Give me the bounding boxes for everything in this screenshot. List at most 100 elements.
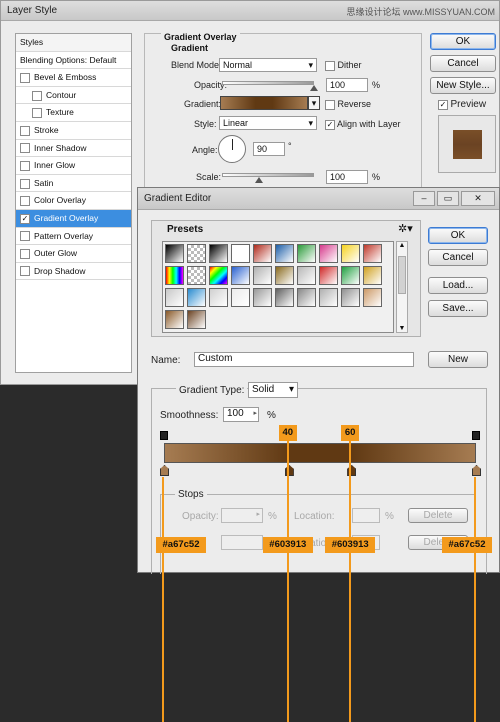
opacity-stop[interactable] [160, 431, 168, 440]
preset-swatch[interactable] [253, 288, 272, 307]
preset-swatch[interactable] [319, 244, 338, 263]
styles-item[interactable]: Contour [16, 87, 131, 105]
stop-location-input[interactable] [352, 508, 380, 523]
scroll-down-icon[interactable]: ▼ [397, 325, 407, 332]
preset-swatch[interactable] [165, 310, 184, 329]
scroll-up-icon[interactable]: ▲ [397, 242, 407, 249]
color-stops-track[interactable] [160, 464, 481, 478]
preset-swatch[interactable] [187, 288, 206, 307]
styles-item-checkbox[interactable]: ✓ [20, 213, 30, 224]
styles-item[interactable]: Bevel & Emboss [16, 69, 131, 87]
styles-item[interactable]: ✓ Gradient Overlay [16, 209, 131, 228]
styles-header[interactable]: Styles [16, 34, 131, 52]
preset-swatch[interactable] [363, 244, 382, 263]
new-style-button[interactable]: New Style... [430, 77, 496, 94]
editor-cancel-button[interactable]: Cancel [428, 249, 488, 266]
scale-slider[interactable] [222, 173, 314, 177]
reverse-checkbox-row[interactable]: Reverse [325, 99, 371, 110]
preset-swatch[interactable] [319, 288, 338, 307]
styles-item-checkbox[interactable] [20, 178, 30, 189]
chevron-right-icon[interactable]: ▸ [256, 509, 260, 521]
gradient-dropdown-button[interactable]: ▾ [308, 96, 320, 110]
gradient-bar[interactable] [164, 443, 476, 463]
style-select[interactable]: Linear ▾ [219, 116, 317, 130]
styles-item[interactable]: Blending Options: Default [16, 52, 131, 70]
preset-swatch[interactable] [363, 288, 382, 307]
preset-swatch[interactable] [253, 244, 272, 263]
layer-style-ok-button[interactable]: OK [430, 33, 496, 50]
align-checkbox-row[interactable]: ✓ Align with Layer [325, 119, 401, 130]
styles-item-checkbox[interactable] [32, 90, 42, 101]
styles-item-checkbox[interactable] [32, 108, 42, 119]
presets-scrollbar[interactable]: ▲ ▼ [396, 241, 408, 333]
styles-item-checkbox[interactable] [20, 125, 30, 136]
smoothness-input[interactable]: 100 ▸ [223, 407, 259, 422]
preset-swatch[interactable] [275, 288, 294, 307]
angle-input[interactable]: 90 [253, 142, 285, 156]
color-stop[interactable] [160, 465, 169, 476]
gradient-swatch[interactable] [220, 96, 308, 110]
preset-swatch[interactable] [187, 244, 206, 263]
preset-swatch[interactable] [187, 310, 206, 329]
preset-swatch[interactable] [275, 244, 294, 263]
styles-item[interactable]: Inner Glow [16, 157, 131, 175]
load-button[interactable]: Load... [428, 277, 488, 294]
dither-checkbox[interactable] [325, 60, 335, 71]
name-input[interactable]: Custom [194, 352, 414, 367]
gradient-type-select[interactable]: Solid ▾ [248, 382, 298, 398]
preset-swatch[interactable] [231, 288, 250, 307]
color-swatch-field[interactable] [221, 535, 263, 550]
editor-ok-button[interactable]: OK [428, 227, 488, 244]
styles-item[interactable]: Drop Shadow [16, 263, 131, 281]
opacity-slider-thumb[interactable] [310, 85, 318, 91]
minimize-icon[interactable]: – [413, 191, 435, 206]
preset-swatch[interactable] [187, 266, 206, 285]
styles-item-checkbox[interactable] [20, 196, 30, 207]
preset-swatch[interactable] [231, 244, 250, 263]
layer-style-cancel-button[interactable]: Cancel [430, 55, 496, 72]
styles-item[interactable]: Color Overlay [16, 192, 131, 210]
styles-item[interactable]: Satin [16, 175, 131, 193]
preview-checkbox[interactable]: ✓ [438, 99, 448, 110]
scale-slider-thumb[interactable] [254, 177, 263, 183]
preset-swatch[interactable] [297, 288, 316, 307]
angle-dial[interactable] [218, 135, 246, 163]
preset-swatch[interactable] [341, 244, 360, 263]
reverse-checkbox[interactable] [325, 99, 335, 110]
scale-input[interactable]: 100 [326, 170, 368, 184]
preset-swatch[interactable] [341, 266, 360, 285]
preset-swatch[interactable] [253, 266, 272, 285]
styles-item[interactable]: Stroke [16, 122, 131, 140]
styles-item[interactable]: Texture [16, 104, 131, 122]
preset-swatch[interactable] [319, 266, 338, 285]
save-button[interactable]: Save... [428, 300, 488, 317]
preset-swatch[interactable] [209, 266, 228, 285]
styles-item[interactable]: Outer Glow [16, 245, 131, 263]
opacity-input[interactable]: 100 [326, 78, 368, 92]
scrollbar-thumb[interactable] [398, 256, 406, 294]
preset-swatch[interactable] [165, 266, 184, 285]
opacity-slider[interactable] [222, 81, 314, 85]
styles-item-checkbox[interactable] [20, 72, 30, 83]
styles-item[interactable]: Pattern Overlay [16, 228, 131, 246]
preset-swatch[interactable] [275, 266, 294, 285]
preset-swatch[interactable] [341, 288, 360, 307]
styles-item-checkbox[interactable] [20, 266, 30, 277]
opacity-stop[interactable] [472, 431, 480, 440]
styles-item-checkbox[interactable] [20, 160, 30, 171]
chevron-right-icon[interactable]: ▸ [253, 408, 257, 420]
stop-delete-button[interactable]: Delete [408, 508, 468, 523]
preset-swatch[interactable] [209, 244, 228, 263]
preset-swatch[interactable] [363, 266, 382, 285]
styles-item-checkbox[interactable] [20, 143, 30, 154]
styles-item[interactable]: Inner Shadow [16, 140, 131, 158]
blend-mode-select[interactable]: Normal ▾ [219, 58, 317, 72]
opacity-stops-track[interactable] [160, 430, 480, 442]
preset-swatch[interactable] [165, 288, 184, 307]
styles-item-checkbox[interactable] [20, 231, 30, 242]
align-checkbox[interactable]: ✓ [325, 119, 335, 130]
maximize-icon[interactable]: ▭ [437, 191, 459, 206]
preset-swatch[interactable] [297, 266, 316, 285]
gear-icon[interactable]: ✲▾ [398, 222, 413, 235]
stop-opacity-input[interactable]: ▸ [221, 508, 263, 523]
